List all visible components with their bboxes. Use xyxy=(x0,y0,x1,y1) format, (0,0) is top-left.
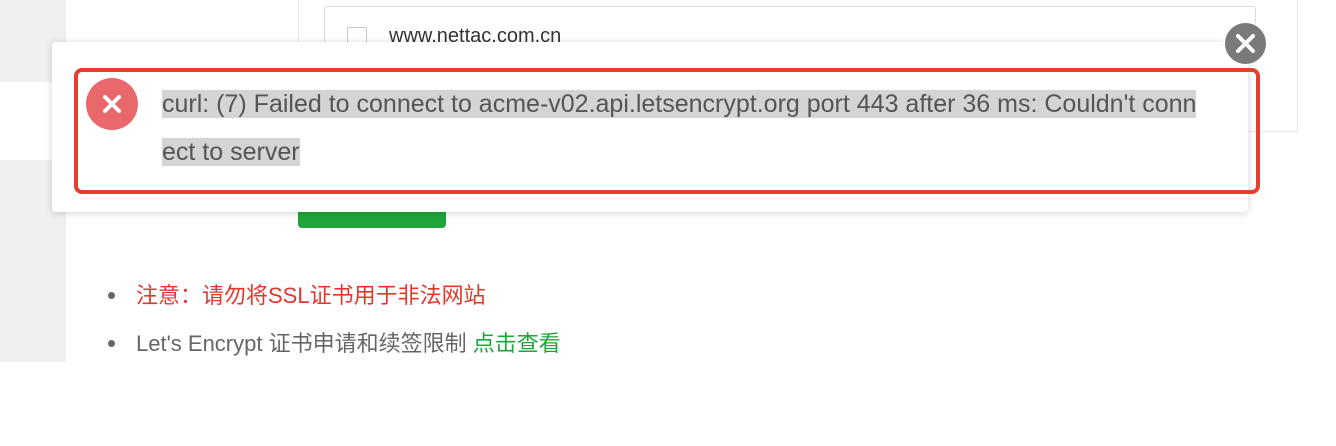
close-icon[interactable] xyxy=(1223,21,1268,66)
list-item: 注意：请勿将SSL证书用于非法网站 xyxy=(108,272,561,320)
limits-text: Let's Encrypt 证书申请和续签限制 xyxy=(136,331,467,356)
error-message-text: curl: (7) Failed to connect to acme-v02.… xyxy=(162,90,1197,166)
view-limits-link[interactable]: 点击查看 xyxy=(473,331,561,356)
bullet-icon xyxy=(108,340,115,347)
error-x-icon xyxy=(86,78,138,130)
bullet-icon xyxy=(108,292,115,299)
error-message: curl: (7) Failed to connect to acme-v02.… xyxy=(162,80,1202,176)
notes-list: 注意：请勿将SSL证书用于非法网站 Let's Encrypt 证书申请和续签限… xyxy=(108,272,561,368)
list-item: Let's Encrypt 证书申请和续签限制 点击查看 xyxy=(108,320,561,368)
ssl-warning-text: 注意：请勿将SSL证书用于非法网站 xyxy=(136,283,486,308)
